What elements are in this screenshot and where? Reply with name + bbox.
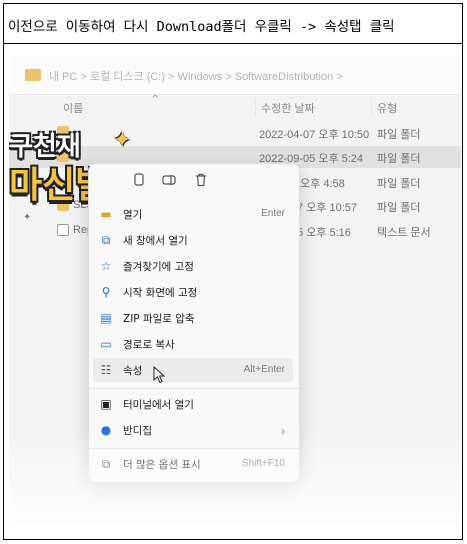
chevron-right-icon: › — [281, 424, 285, 438]
row-type: 텍스트 문서 — [377, 227, 431, 239]
mouse-cursor-icon — [153, 366, 165, 384]
menu-item-label: 경로로 복사 — [123, 339, 175, 351]
menu-item-open-new-window[interactable]: ⧉ 새 창에서 열기 — [93, 228, 293, 252]
menu-item-label: 반디집 — [123, 425, 152, 437]
pin-icon[interactable]: ✦ — [23, 212, 31, 223]
star-icon: ☆ — [100, 259, 112, 273]
sparkle-icon: ✦ — [113, 128, 132, 153]
new-window-icon: ⧉ — [101, 233, 111, 247]
menu-item-pin-start[interactable]: ⚲ 시작 화면에 고정 — [93, 280, 293, 304]
menu-item-terminal[interactable]: ▣ 터미널에서 열기 — [93, 392, 293, 416]
folder-open-icon: ▬ — [100, 207, 112, 221]
column-divider[interactable] — [255, 98, 256, 116]
menu-item-label: 열기 — [123, 209, 143, 221]
document-frame: 이전으로 이동하여 다시 Download폴더 우클릭 -> 속성탭 클릭 내 … — [3, 3, 463, 540]
folder-icon — [25, 69, 41, 81]
menu-separator — [89, 448, 299, 449]
column-header-name[interactable]: 이름 — [63, 100, 83, 116]
column-header-date[interactable]: 수정한 날짜 — [261, 100, 315, 116]
row-type: 파일 폴더 — [377, 129, 421, 141]
menu-item-label: 더 많은 옵션 표시 — [123, 459, 201, 471]
menu-item-shortcut: Alt+Enter — [243, 364, 285, 375]
row-type: 파일 폴더 — [377, 178, 421, 190]
menu-item-pin-favorites[interactable]: ☆ 즐겨찾기에 고정 — [93, 254, 293, 278]
menu-item-copy-path[interactable]: ▭ 경로로 복사 — [93, 332, 293, 356]
properties-icon: ☷ — [100, 363, 112, 377]
menu-item-label: 터미널에서 열기 — [123, 399, 194, 411]
menu-item-shortcut: Shift+F10 — [241, 458, 285, 469]
row-date: 2022-04-07 오후 10:50 — [259, 129, 370, 141]
menu-separator — [89, 388, 299, 389]
menu-item-zip[interactable]: ▤ ZIP 파일로 압축 — [93, 306, 293, 330]
caption-text: 이전으로 이동하여 다시 Download폴더 우클릭 -> 속성탭 클릭 — [4, 4, 462, 44]
pin-icon: ⚲ — [101, 285, 111, 299]
document-icon — [57, 224, 69, 236]
more-options-icon: ⧉ — [101, 457, 111, 471]
explorer-screenshot: 내 PC > 로컬 디스크 (C:) > Windows > SoftwareD… — [9, 56, 461, 526]
menu-item-label: ZIP 파일로 압축 — [123, 313, 195, 325]
menu-item-label: 시작 화면에 고정 — [123, 287, 198, 299]
address-path: 내 PC > 로컬 디스크 (C:) > Windows > SoftwareD… — [49, 71, 343, 83]
address-bar[interactable]: 내 PC > 로컬 디스크 (C:) > Windows > SoftwareD… — [9, 56, 461, 95]
menu-item-open[interactable]: ▬ 열기 Enter — [93, 202, 293, 226]
menu-item-more-options[interactable]: ⧉ 더 많은 옵션 표시 Shift+F10 — [93, 452, 293, 476]
menu-item-label: 속성 — [123, 365, 143, 377]
row-type: 파일 폴더 — [377, 153, 421, 165]
row-type: 파일 폴더 — [377, 202, 421, 214]
quick-actions-bar — [89, 164, 299, 198]
menu-item-bandizip[interactable]: ● 반디집 › — [93, 418, 293, 442]
rename-icon[interactable] — [161, 173, 177, 189]
zip-icon: ▤ — [100, 311, 112, 325]
column-header-type[interactable]: 유형 — [377, 100, 397, 116]
menu-item-label: 즐겨찾기에 고정 — [123, 261, 194, 273]
column-divider[interactable] — [371, 98, 372, 116]
sort-caret-icon[interactable]: ^ — [151, 94, 159, 105]
menu-item-shortcut: Enter — [261, 208, 285, 219]
terminal-icon: ▣ — [100, 397, 112, 411]
menu-item-label: 새 창에서 열기 — [123, 235, 188, 247]
copy-icon[interactable] — [131, 173, 147, 189]
bandizip-icon: ● — [100, 423, 112, 437]
context-menu: ▬ 열기 Enter ⧉ 새 창에서 열기 ☆ 즐겨찾기에 고정 ⚲ 시작 화면… — [88, 163, 300, 483]
copy-path-icon: ▭ — [100, 337, 112, 351]
delete-icon[interactable] — [193, 173, 209, 189]
menu-item-properties[interactable]: ☷ 속성 Alt+Enter — [93, 358, 293, 382]
